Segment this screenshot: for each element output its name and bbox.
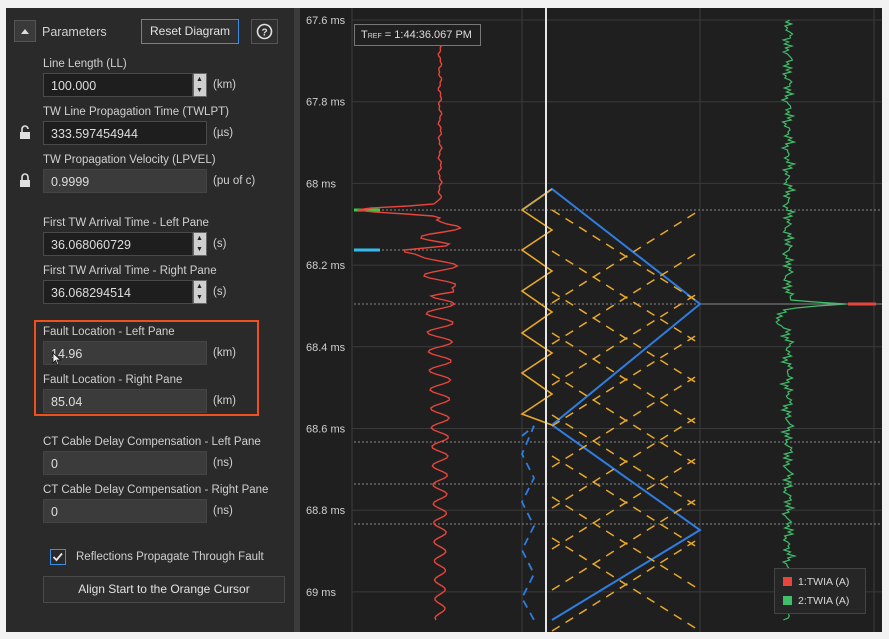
caret-up-icon: [21, 29, 29, 34]
tref-value: 1:44:36.067 PM: [394, 29, 472, 41]
stepper-up-icon[interactable]: ▲: [194, 74, 206, 85]
mouse-pointer-icon: [52, 352, 62, 366]
reset-diagram-button[interactable]: Reset Diagram: [141, 19, 239, 44]
parameters-panel: Parameters Reset Diagram ? Line Length (…: [6, 8, 294, 632]
first-arrival-right-input[interactable]: 36.068294514: [43, 280, 193, 304]
fault-left-unit: (km): [213, 347, 236, 359]
y-tick-label: 67.6 ms: [306, 15, 346, 27]
align-start-button[interactable]: Align Start to the Orange Cursor: [43, 576, 285, 603]
first-arrival-right-unit: (s): [213, 286, 227, 298]
tref-box: TREF = 1:44:36.067 PM: [354, 24, 481, 46]
bewley-lattice-plot: 67.6 ms 67.8 ms 68 ms 68.2 ms 68.4 ms 68.6 ms…: [300, 8, 882, 632]
stepper-up-icon[interactable]: ▲: [194, 281, 206, 292]
first-arrival-right-stepper[interactable]: ▲ ▼: [193, 280, 207, 304]
stepper-down-icon[interactable]: ▼: [194, 244, 206, 255]
legend-label-2: 2:TWIA (A): [798, 595, 850, 607]
ct-left-input[interactable]: 0: [43, 451, 207, 475]
legend-swatch-1: [783, 577, 792, 586]
fault-right-unit: (km): [213, 395, 236, 407]
legend-label-1: 1:TWIA (A): [798, 576, 850, 588]
lpvel-input[interactable]: 0.9999: [43, 169, 207, 193]
y-tick-label: 69 ms: [306, 587, 336, 599]
ct-left-unit: (ns): [213, 457, 233, 469]
tref-sub: REF: [367, 33, 382, 40]
legend-item-1[interactable]: 1:TWIA (A): [783, 576, 849, 588]
y-tick-label: 68.4 ms: [306, 342, 346, 354]
reflections-label: Reflections Propagate Through Fault: [76, 551, 264, 563]
lock-open-icon[interactable]: [18, 125, 32, 139]
twlpt-unit: (µs): [213, 127, 234, 139]
first-arrival-left-input[interactable]: 36.068060729: [43, 232, 193, 256]
y-tick-label: 67.8 ms: [306, 97, 346, 109]
ct-right-label: CT Cable Delay Compensation - Right Pane: [43, 484, 269, 496]
stepper-down-icon[interactable]: ▼: [194, 292, 206, 303]
tref-prefix: T: [361, 29, 368, 41]
first-arrival-left-stepper[interactable]: ▲ ▼: [193, 232, 207, 256]
ct-right-input[interactable]: 0: [43, 499, 207, 523]
help-button[interactable]: ?: [251, 19, 278, 44]
plot-canvas: 67.6 ms 67.8 ms 68 ms 68.2 ms 68.4 ms 68.6 ms…: [300, 8, 882, 632]
y-tick-label: 68.2 ms: [306, 260, 346, 272]
lpvel-label: TW Propagation Velocity (LPVEL): [43, 154, 216, 166]
line-length-unit: (km): [213, 79, 236, 91]
first-arrival-left-unit: (s): [213, 238, 227, 250]
legend-swatch-2: [783, 596, 792, 605]
panel-title: Parameters: [42, 25, 107, 39]
y-tick-label: 68.8 ms: [306, 505, 346, 517]
twlpt-label: TW Line Propagation Time (TWLPT): [43, 106, 229, 118]
fault-left-label: Fault Location - Left Pane: [43, 326, 175, 338]
fault-right-label: Fault Location - Right Pane: [43, 374, 183, 386]
lock-closed-icon[interactable]: [18, 173, 32, 187]
y-tick-label: 68 ms: [306, 178, 336, 190]
line-length-stepper[interactable]: ▲ ▼: [193, 73, 207, 97]
line-length-input[interactable]: 100.000: [43, 73, 193, 97]
twlpt-input[interactable]: 333.597454944: [43, 121, 207, 145]
line-length-label: Line Length (LL): [43, 58, 127, 70]
ct-right-unit: (ns): [213, 505, 233, 517]
collapse-button[interactable]: [14, 20, 36, 42]
app-window: Parameters Reset Diagram ? Line Length (…: [6, 8, 882, 632]
fault-left-input[interactable]: 14.96: [43, 341, 207, 365]
legend: 1:TWIA (A) 2:TWIA (A): [774, 568, 866, 614]
checkmark-icon: [52, 552, 63, 562]
reflections-checkbox[interactable]: [50, 549, 66, 565]
question-circle-icon: ?: [256, 23, 273, 40]
first-arrival-right-label: First TW Arrival Time - Right Pane: [43, 265, 217, 277]
ct-left-label: CT Cable Delay Compensation - Left Pane: [43, 436, 261, 448]
stepper-up-icon[interactable]: ▲: [194, 233, 206, 244]
legend-item-2[interactable]: 2:TWIA (A): [783, 595, 849, 607]
svg-text:?: ?: [261, 28, 267, 39]
lpvel-unit: (pu of c): [213, 175, 256, 187]
y-tick-label: 68.6 ms: [306, 424, 346, 436]
fault-right-input[interactable]: 85.04: [43, 389, 207, 413]
first-arrival-left-label: First TW Arrival Time - Left Pane: [43, 217, 209, 229]
stepper-down-icon[interactable]: ▼: [194, 85, 206, 96]
